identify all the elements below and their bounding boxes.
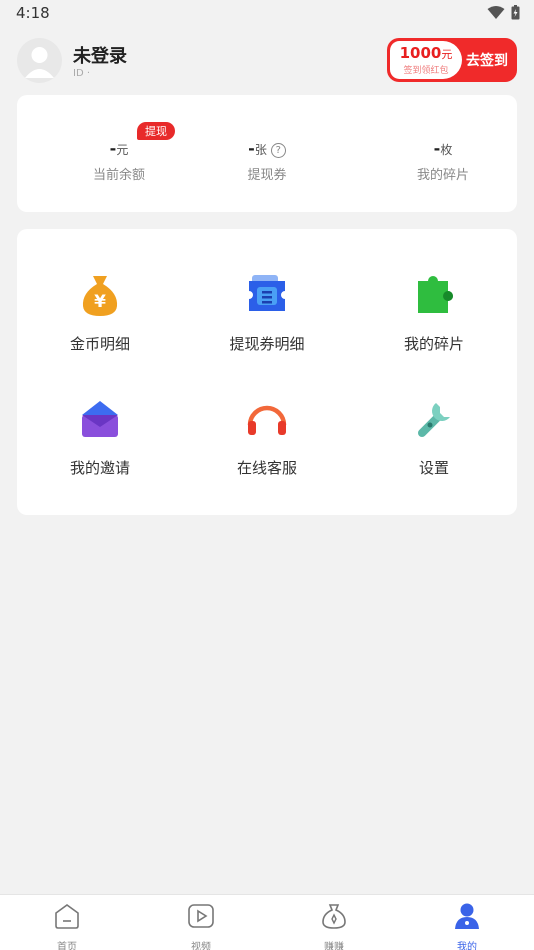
user-id: ID · [73, 68, 91, 79]
user-name[interactable]: 未登录 [73, 42, 127, 68]
menu-my-fragments[interactable]: 我的碎片 [351, 271, 517, 354]
video-icon [188, 904, 214, 928]
stat-voucher[interactable]: -张? 提现券 [207, 139, 327, 183]
status-bar: 4:18 [0, 0, 534, 28]
stat-fragments[interactable]: -枚 我的碎片 [383, 139, 503, 183]
menu-card: ¥ 金币明细 提现券明细 我的碎片 我的邀请 在线客服 设置 [17, 229, 517, 515]
svg-text:¥: ¥ [94, 292, 106, 312]
status-time: 4:18 [16, 4, 50, 22]
battery-icon [511, 5, 520, 20]
tab-earn[interactable]: 赚赚 [267, 901, 401, 950]
menu-settings[interactable]: 设置 [351, 395, 517, 478]
stat-balance[interactable]: -元 当前余额 [59, 139, 179, 183]
menu-voucher-detail[interactable]: 提现券明细 [184, 271, 350, 354]
headphones-icon [247, 405, 287, 435]
wifi-icon [487, 6, 505, 19]
signin-amount: 1000元 [399, 44, 453, 62]
tab-video[interactable]: 视频 [134, 901, 268, 950]
earn-icon [322, 904, 346, 929]
help-icon[interactable]: ? [270, 143, 286, 158]
withdraw-badge[interactable]: 提现 [137, 122, 175, 140]
menu-my-invites[interactable]: 我的邀请 [17, 395, 183, 478]
default-avatar-icon [25, 47, 54, 78]
user-header: 未登录 ID · 1000元 签到领红包 去签到 [17, 38, 517, 86]
money-bag-icon: ¥ [82, 276, 118, 316]
avatar[interactable] [17, 38, 62, 83]
home-icon [55, 904, 79, 929]
menu-coin-detail[interactable]: ¥ 金币明细 [17, 271, 183, 354]
menu-online-service[interactable]: 在线客服 [184, 395, 350, 478]
tab-mine[interactable]: 我的 [400, 901, 534, 950]
bottom-tab-bar: 首页 视频 赚赚 我的 [0, 894, 534, 950]
signin-button[interactable]: 去签到 [466, 50, 508, 70]
tab-home[interactable]: 首页 [0, 901, 134, 950]
puzzle-icon [418, 276, 453, 313]
signin-banner[interactable]: 1000元 签到领红包 去签到 [387, 38, 517, 82]
envelope-icon [82, 401, 118, 437]
ticket-icon [249, 275, 285, 311]
signin-subtitle: 签到领红包 [403, 66, 449, 76]
profile-icon [455, 903, 479, 929]
stats-card: -元 当前余额 提现 -张? 提现券 -枚 我的碎片 [17, 95, 517, 212]
wrench-icon [418, 403, 450, 437]
